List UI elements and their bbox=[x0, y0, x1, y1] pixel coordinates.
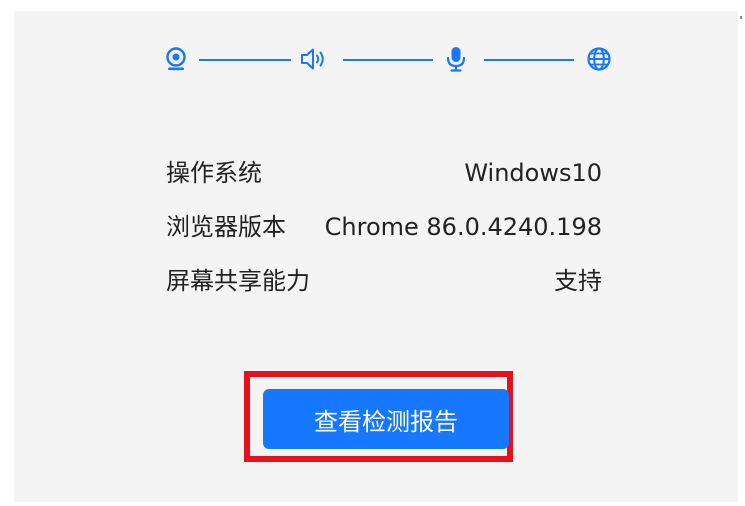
globe-icon bbox=[584, 44, 614, 74]
environment-info: 操作系统 Windows10 浏览器版本 Chrome 86.0.4240.19… bbox=[166, 156, 602, 318]
speaker-icon bbox=[298, 44, 328, 74]
camera-icon bbox=[161, 44, 191, 74]
view-report-button[interactable]: 查看检测报告 bbox=[263, 389, 509, 449]
info-row-browser: 浏览器版本 Chrome 86.0.4240.198 bbox=[166, 210, 602, 264]
browser-value: Chrome 86.0.4240.198 bbox=[324, 213, 602, 241]
device-check-steps bbox=[161, 44, 616, 74]
microphone-icon bbox=[441, 44, 471, 74]
os-value: Windows10 bbox=[464, 159, 602, 187]
screen-share-label: 屏幕共享能力 bbox=[166, 267, 310, 295]
info-row-os: 操作系统 Windows10 bbox=[166, 156, 602, 210]
corner-mark bbox=[740, 16, 742, 19]
step-connector bbox=[484, 59, 574, 61]
screen-share-value: 支持 bbox=[554, 267, 602, 295]
step-connector bbox=[343, 59, 433, 61]
os-label: 操作系统 bbox=[166, 159, 262, 187]
info-row-screen-share: 屏幕共享能力 支持 bbox=[166, 264, 602, 318]
browser-label: 浏览器版本 bbox=[166, 213, 286, 241]
step-connector bbox=[199, 59, 291, 61]
